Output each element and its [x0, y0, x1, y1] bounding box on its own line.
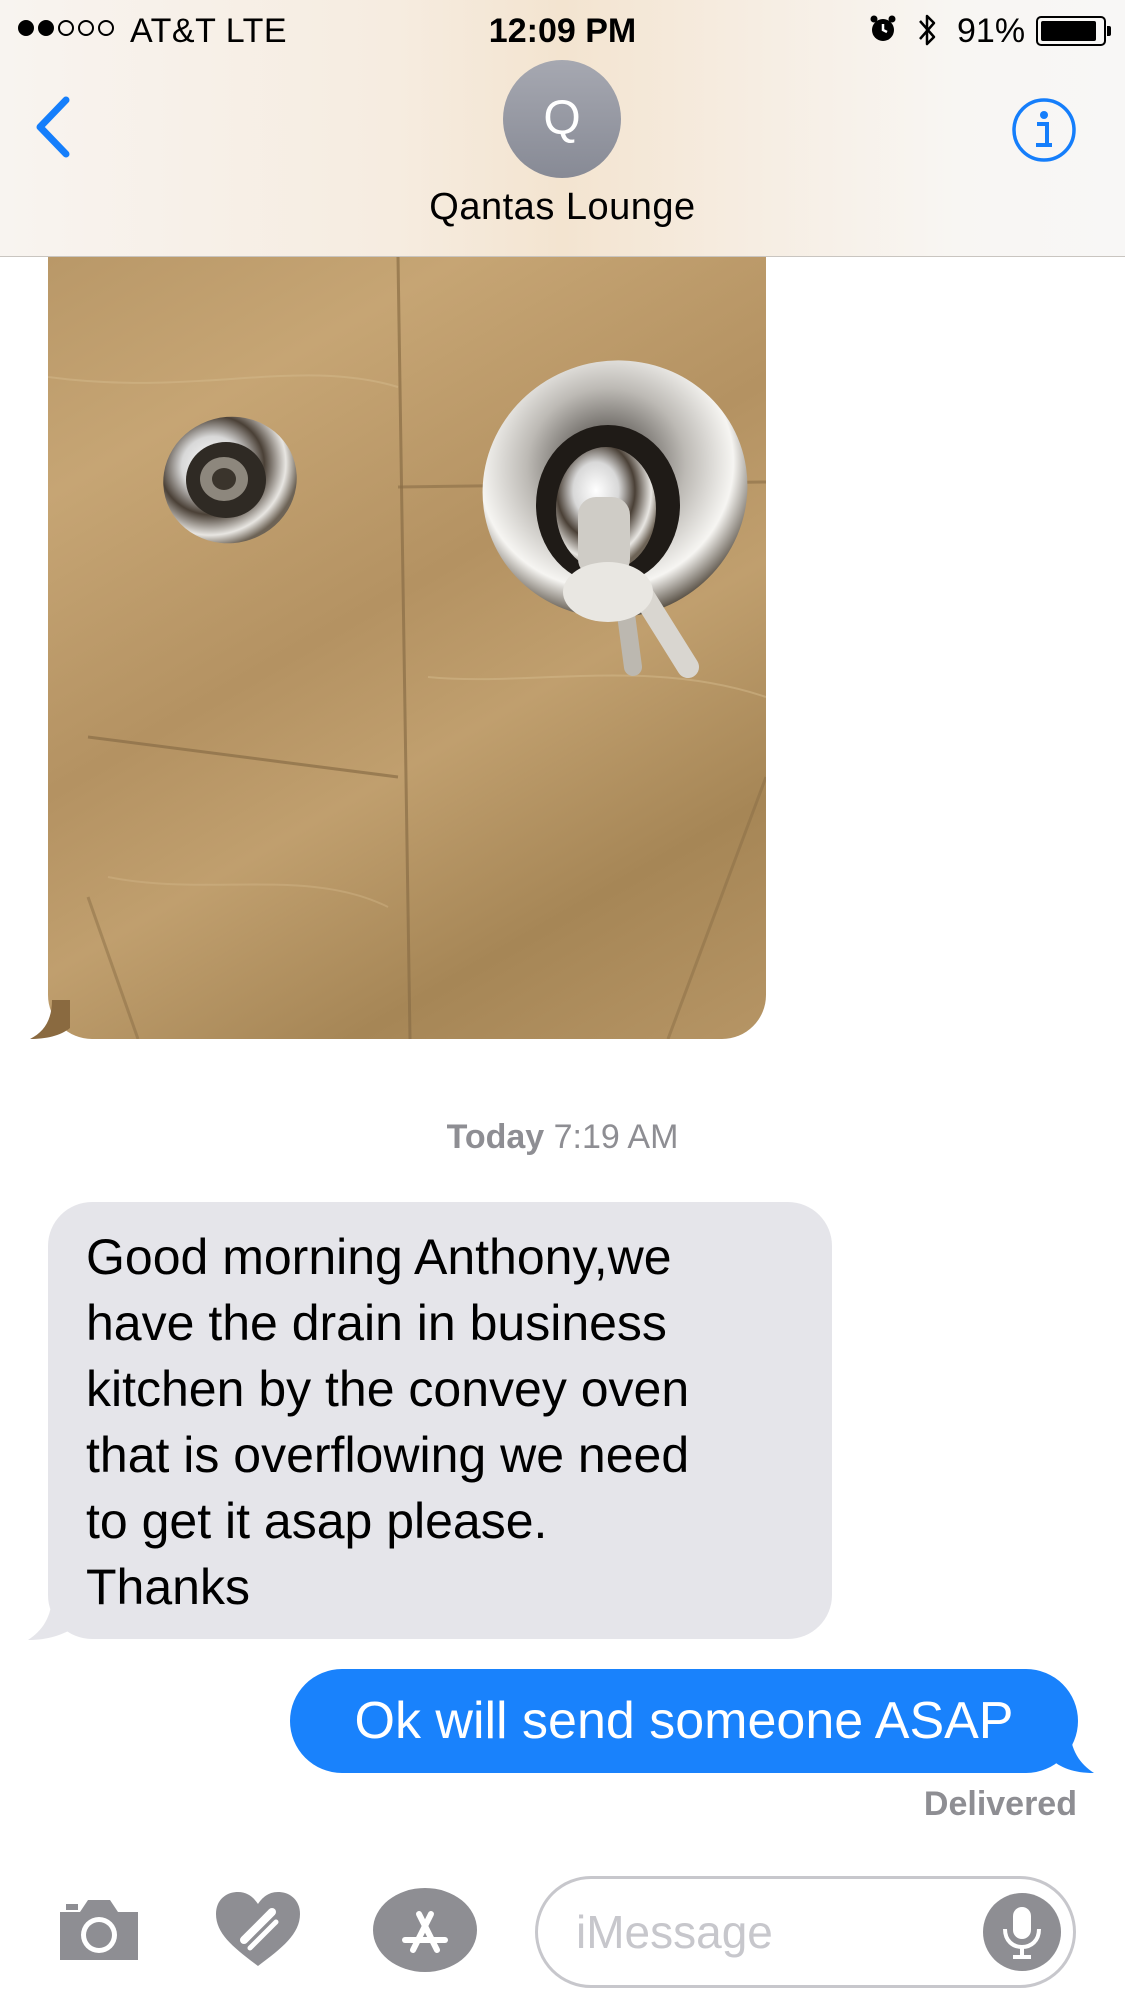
battery-icon: [1036, 16, 1111, 46]
message-line: kitchen by the convey oven: [86, 1361, 690, 1417]
conversation-timestamp: Today 7:19 AM: [0, 1118, 1125, 1157]
chevron-left-icon[interactable]: [30, 92, 80, 162]
message-line: Thanks: [86, 1559, 250, 1615]
message-line: to get it asap please.: [86, 1493, 548, 1549]
message-line: have the drain in business: [86, 1295, 667, 1351]
heart-icon[interactable]: [214, 1890, 302, 1970]
received-bubble-tail: [28, 1595, 78, 1640]
bluetooth-icon: [919, 14, 936, 46]
sent-bubble-tail: [1050, 1728, 1094, 1773]
contact-name[interactable]: Qantas Lounge: [0, 186, 1125, 229]
microphone-glyph: [1003, 1907, 1041, 1959]
timestamp-day: Today: [446, 1118, 545, 1156]
app-store-icon[interactable]: [373, 1888, 477, 1972]
battery-level-fill: [1041, 21, 1096, 41]
message-line: Good morning Anthony,we: [86, 1229, 672, 1285]
delivery-status: Delivered: [923, 1785, 1077, 1823]
message-input-placeholder: iMessage: [576, 1906, 773, 1958]
info-icon[interactable]: [1011, 97, 1077, 163]
battery-percentage: 91%: [957, 12, 1026, 50]
message-line: that is overflowing we need: [86, 1427, 690, 1483]
received-message-bubble[interactable]: Good morning Anthony,we have the drain i…: [48, 1202, 832, 1639]
microphone-icon[interactable]: [983, 1893, 1061, 1971]
camera-icon[interactable]: [56, 1896, 142, 1964]
shower-fixture-photo: [48, 257, 766, 1039]
navigation-header: AT&T LTE 12:09 PM 91% Q Qantas Lounge: [0, 0, 1125, 257]
sent-message-bubble[interactable]: Ok will send someone ASAP: [290, 1669, 1078, 1773]
status-bar: AT&T LTE 12:09 PM 91%: [0, 0, 1125, 60]
timestamp-time: 7:19 AM: [544, 1118, 679, 1156]
message-input[interactable]: iMessage: [535, 1876, 1076, 1988]
alarm-icon: [870, 15, 896, 41]
photo-bubble-tail: [30, 1000, 70, 1039]
avatar[interactable]: Q: [503, 60, 621, 178]
photo-message[interactable]: [48, 257, 766, 1039]
